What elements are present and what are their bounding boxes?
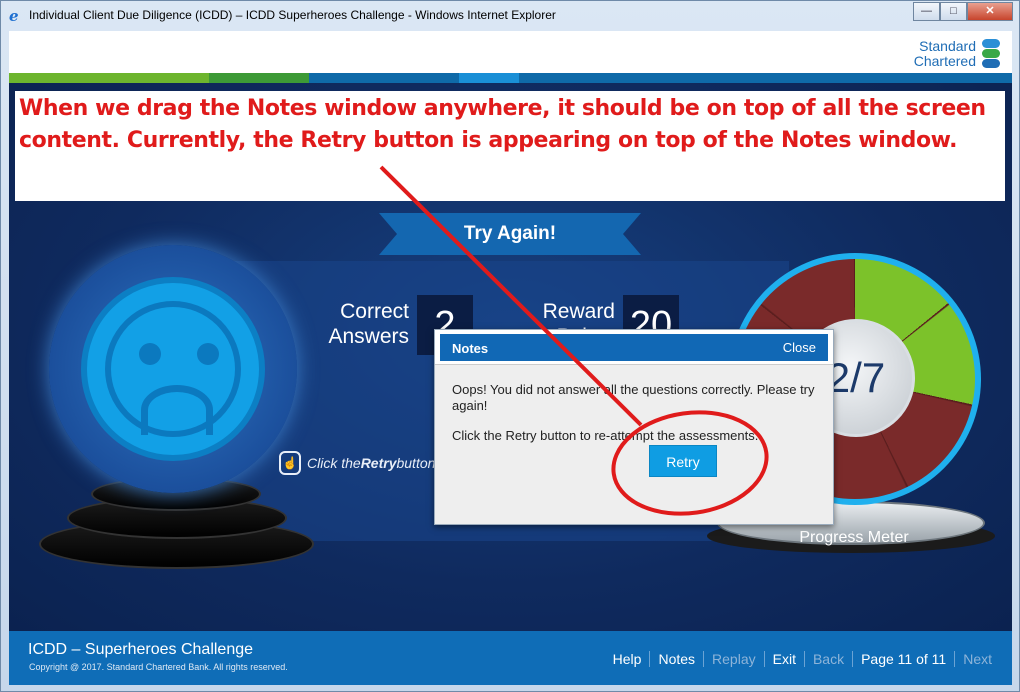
browser-window: e Individual Client Due Diligence (ICDD)… (0, 0, 1020, 692)
progress-meter-label: Progress Meter (799, 529, 909, 546)
notes-dialog-title: Notes (452, 341, 489, 356)
back-link[interactable]: Back (803, 651, 852, 667)
next-link[interactable]: Next (954, 651, 1000, 667)
notes-line-2: Click the Retry button to re-attempt the… (452, 428, 759, 443)
window-title: Individual Client Due Diligence (ICDD) –… (29, 8, 556, 22)
notes-link[interactable]: Notes (649, 651, 703, 667)
notes-dialog-titlebar[interactable]: Notes Close (440, 334, 828, 361)
bug-annotation: When we drag the Notes window anywhere, … (15, 91, 1005, 201)
logo-mark-icon (980, 37, 1002, 71)
ie-icon: e (9, 7, 19, 25)
notes-dialog[interactable]: Notes Close Oops! You did not answer all… (434, 329, 834, 525)
notes-dialog-header: Notes Close (435, 330, 833, 365)
exit-link[interactable]: Exit (763, 651, 804, 667)
help-link[interactable]: Help (605, 651, 650, 667)
retry-button[interactable]: Retry (649, 445, 717, 477)
footer-copyright: Copyright @ 2017. Standard Chartered Ban… (29, 662, 288, 672)
course-content: Standard Chartered When we drag the Note… (9, 31, 1012, 685)
notes-dialog-body: Oops! You did not answer all the questio… (452, 382, 822, 458)
standard-chartered-logo: Standard Chartered (914, 37, 1002, 71)
logo-line-2: Chartered (913, 53, 976, 69)
banner-text: Try Again! (397, 213, 623, 255)
logo-text: Standard Chartered (914, 39, 976, 69)
title-bar: e Individual Client Due Diligence (ICDD)… (1, 1, 1019, 31)
minimize-button[interactable]: — (913, 2, 940, 21)
sad-face-icon (81, 277, 265, 461)
correct-answers-label: Correct Answers (328, 300, 409, 348)
footer-nav: Help Notes Replay Exit Back Page 11 of 1… (605, 651, 1000, 667)
course-footer: ICDD – Superheroes Challenge Copyright @… (9, 631, 1012, 685)
brand-color-bar (9, 73, 1012, 83)
try-again-banner: Try Again! (379, 213, 641, 255)
replay-link[interactable]: Replay (703, 651, 764, 667)
close-window-button[interactable]: ✕ (967, 2, 1013, 21)
course-header: Standard Chartered (9, 31, 1012, 73)
maximize-button[interactable]: □ (940, 2, 967, 21)
footer-title: ICDD – Superheroes Challenge (28, 641, 254, 658)
notes-close-button[interactable]: Close (783, 340, 816, 355)
window-controls: — □ ✕ (913, 2, 1013, 21)
notes-line-1: Oops! You did not answer all the questio… (452, 382, 815, 413)
logo-line-1: Standard (919, 38, 976, 54)
hand-pointer-icon: ☝ (279, 451, 301, 475)
page-indicator: Page 11 of 11 (852, 651, 954, 667)
